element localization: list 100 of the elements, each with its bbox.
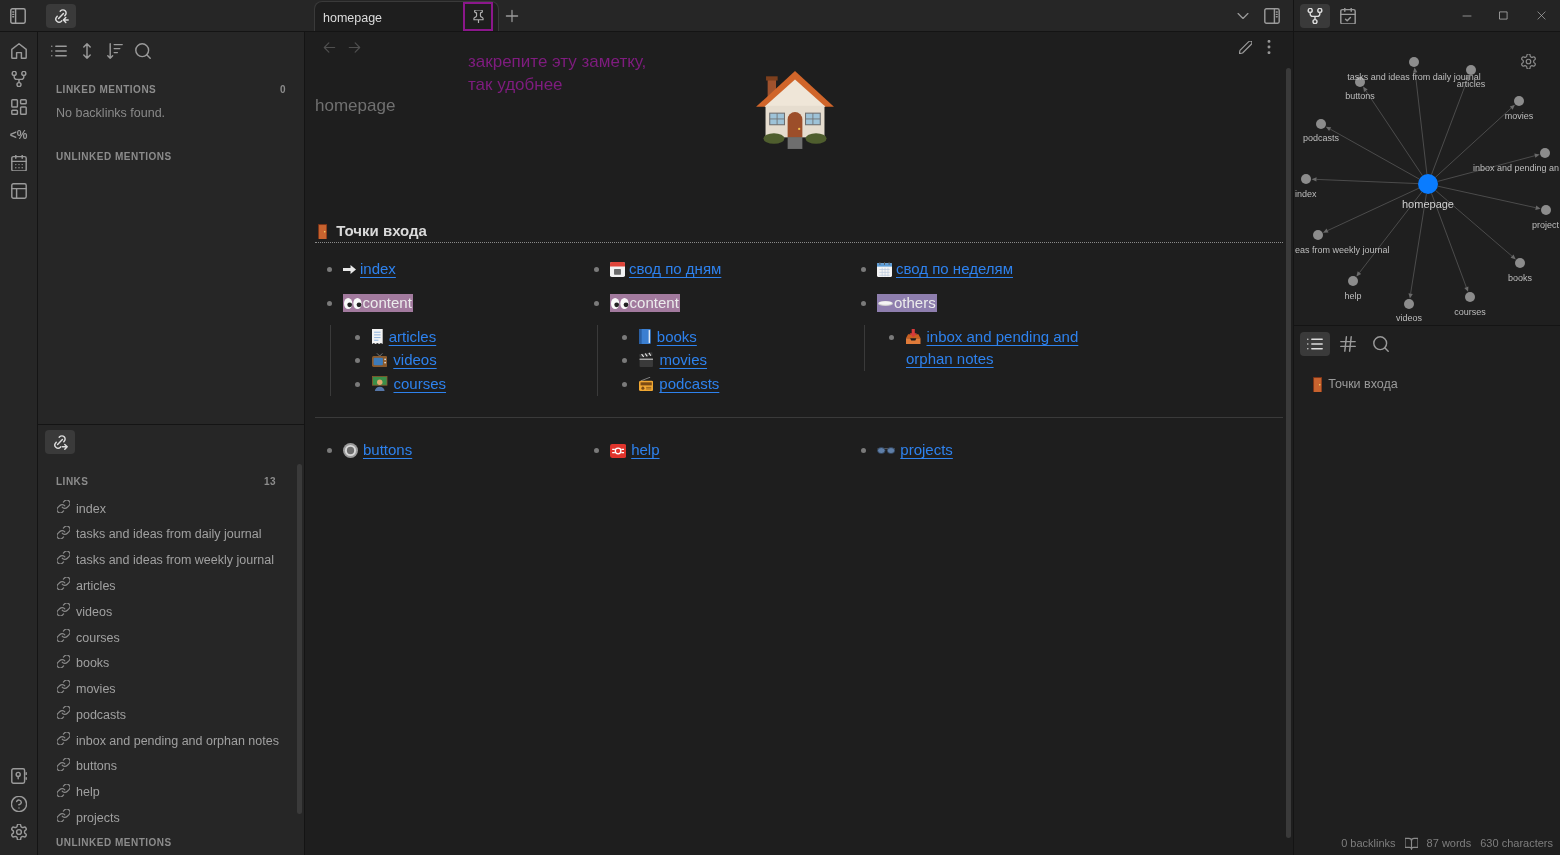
outgoing-link-item[interactable]: videos	[38, 599, 117, 625]
eyes-icon	[611, 297, 629, 309]
outgoing-link-icon[interactable]	[52, 434, 68, 450]
scrollbar-thumb[interactable]	[1285, 68, 1291, 838]
note-link[interactable]: inbox and pending and orphan notes	[906, 325, 1096, 370]
bullet-icon	[861, 300, 866, 306]
calendar-icon[interactable]	[10, 155, 27, 171]
outline-tab[interactable]	[1300, 332, 1330, 356]
note-link[interactable]: movies	[639, 349, 707, 372]
note-link[interactable]: podcasts	[639, 372, 720, 395]
note-link[interactable]: свод по дням	[629, 257, 722, 281]
maximize-icon[interactable]	[1499, 11, 1508, 20]
graph-node[interactable]	[1316, 119, 1326, 129]
note-tab[interactable]: homepage	[314, 1, 499, 31]
note-link[interactable]: свод по неделям	[896, 257, 1013, 281]
graph-node-label: inbox and pending an	[1472, 163, 1559, 173]
bullet-icon	[355, 381, 360, 387]
template-syntax-button[interactable]: <%	[4, 121, 33, 149]
note-link[interactable]: videos	[372, 349, 437, 372]
pin-button[interactable]	[463, 2, 493, 31]
help-icon[interactable]	[10, 796, 27, 812]
bullet-icon	[622, 381, 627, 387]
note-link[interactable]: buttons	[363, 439, 413, 462]
graph-node[interactable]	[1409, 57, 1419, 67]
bullet-icon	[594, 266, 599, 272]
outgoing-link-item[interactable]: help	[38, 779, 104, 806]
current-note-node[interactable]	[1418, 174, 1438, 194]
person-at-board-icon	[372, 375, 388, 391]
section-heading: Точки входа	[336, 221, 427, 242]
sidebar-toggle-icon[interactable]	[10, 7, 26, 24]
outgoing-link-item[interactable]: movies	[38, 676, 120, 703]
close-icon[interactable]	[1536, 11, 1546, 20]
chain-link-icon	[57, 499, 70, 513]
list-icon[interactable]	[1307, 336, 1323, 352]
graph-node-label: homepage	[1402, 198, 1454, 210]
mention-count: 0	[279, 82, 286, 97]
bullet-icon	[622, 334, 627, 340]
note-link[interactable]: help	[631, 439, 660, 462]
house-icon	[755, 70, 835, 150]
outgoing-link-item[interactable]: index	[38, 496, 110, 522]
hash-icon[interactable]	[1340, 336, 1356, 352]
disc-icon	[878, 300, 893, 306]
section-heading[interactable]: UNLINKED MENTIONS	[56, 148, 172, 164]
pin-icon[interactable]	[471, 10, 485, 23]
outgoing-link-item[interactable]: books	[38, 650, 114, 677]
outgoing-link-item[interactable]: inbox and pending and orphan notes	[38, 728, 283, 754]
graph-node[interactable]	[1514, 96, 1524, 106]
graph-node[interactable]	[1540, 148, 1550, 158]
section-heading: LINKS	[56, 474, 89, 489]
graph-node-label: buttons	[1345, 91, 1375, 101]
dashboard-icon[interactable]	[10, 99, 27, 115]
calendar-icon	[610, 261, 625, 277]
chain-link-icon	[57, 809, 70, 823]
graph-node[interactable]	[1404, 299, 1414, 309]
graph-node[interactable]	[1465, 292, 1475, 302]
graph-icon[interactable]	[10, 71, 27, 87]
graph-node[interactable]	[1348, 276, 1358, 286]
note-title: homepage	[315, 96, 396, 115]
glasses-icon	[877, 447, 896, 454]
note-link[interactable]: projects	[900, 439, 953, 462]
graph-node[interactable]	[1515, 258, 1525, 268]
note-link[interactable]: index	[360, 257, 396, 281]
search-icon[interactable]	[1373, 336, 1389, 352]
layout-icon[interactable]	[10, 183, 27, 199]
eyes-icon	[344, 297, 362, 309]
graph-settings-icon[interactable]	[1521, 54, 1536, 69]
chain-link-icon	[57, 628, 70, 642]
graph-node[interactable]	[1301, 174, 1311, 184]
outgoing-link-item[interactable]: tasks and ideas from weekly journal	[38, 547, 278, 574]
outgoing-link-item[interactable]: articles	[38, 573, 120, 600]
note-link[interactable]: articles	[372, 325, 437, 348]
outgoing-link-item[interactable]: tasks and ideas from daily journal	[38, 521, 266, 548]
home-icon[interactable]	[10, 43, 27, 59]
section-heading: LINKED MENTIONS	[56, 82, 157, 97]
graph-icon[interactable]	[1307, 7, 1323, 24]
note-link[interactable]: books	[639, 325, 697, 348]
outgoing-link-item[interactable]: courses	[38, 625, 124, 651]
incoming-link-icon[interactable]	[53, 7, 69, 24]
outline-item[interactable]: Точки входа	[1294, 377, 1398, 391]
graph-node[interactable]	[1313, 230, 1323, 240]
outgoing-links-tab[interactable]	[45, 430, 75, 454]
outgoing-link-item[interactable]: projects	[38, 805, 124, 832]
graph-node[interactable]	[1541, 205, 1551, 215]
graph-node[interactable]	[1466, 65, 1476, 75]
settings-icon[interactable]	[10, 824, 27, 840]
outgoing-link-item[interactable]: buttons	[38, 753, 121, 780]
empty-message: No backlinks found.	[56, 104, 166, 122]
bullet-icon	[861, 266, 866, 272]
section-heading[interactable]: UNLINKED MENTIONS	[56, 834, 172, 850]
note-link[interactable]: courses	[372, 372, 447, 395]
links-count: 13	[263, 474, 277, 489]
book-icon[interactable]	[1404, 836, 1418, 850]
bullet-icon	[861, 448, 866, 453]
calendar-check-icon[interactable]	[1340, 7, 1356, 24]
outgoing-link-item[interactable]: podcasts	[38, 702, 131, 729]
backlinks-tab[interactable]	[46, 3, 76, 28]
vault-icon[interactable]	[10, 768, 27, 784]
graph-view-tab[interactable]	[1300, 3, 1330, 28]
bullet-icon	[355, 358, 360, 364]
tab-title: homepage	[323, 10, 383, 25]
